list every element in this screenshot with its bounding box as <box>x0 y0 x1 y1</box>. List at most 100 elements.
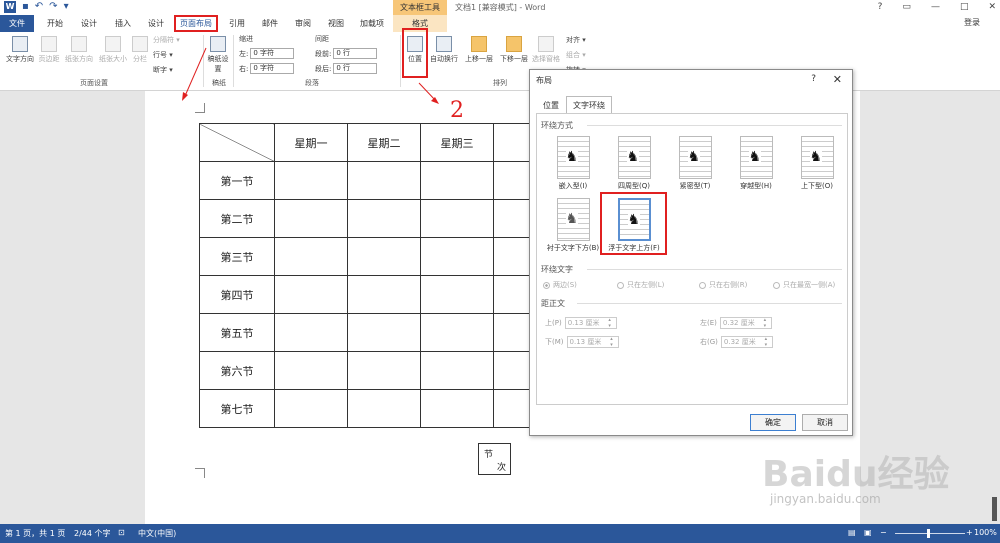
dialog-help-button[interactable]: ? <box>811 74 816 84</box>
row-header-cell[interactable]: 第三节 <box>199 237 275 276</box>
radio-largest-only[interactable]: 只在最宽一侧(A) <box>773 280 835 290</box>
distance-left-field[interactable]: 左(E) 0.32 厘米 <box>700 317 772 329</box>
row-header-cell[interactable]: 第四节 <box>199 275 275 314</box>
orientation-button[interactable]: 纸张方向 <box>62 36 96 64</box>
scrollbar-thumb[interactable] <box>992 497 997 521</box>
spacing-label: 间距 <box>315 35 329 43</box>
ok-button[interactable]: 确定 <box>750 414 796 431</box>
table-row: 第三节 <box>199 237 567 276</box>
selection-pane-button[interactable]: 选择窗格 <box>529 36 563 64</box>
margins-button[interactable]: 页边距 <box>36 36 62 64</box>
wrap-option-tight[interactable]: ♞ 紧密型(T) <box>660 136 730 191</box>
send-backward-icon <box>506 36 522 52</box>
tab-design[interactable]: 设计 <box>74 15 104 32</box>
row-header-cell[interactable]: 第七节 <box>199 389 275 428</box>
row-header-cell[interactable]: 第二节 <box>199 199 275 238</box>
wrap-option-square[interactable]: ♞ 四周型(Q) <box>599 136 669 191</box>
tab-position[interactable]: 位置 <box>536 96 566 114</box>
table-header-row: 星期一 星期二 星期三 <box>199 123 567 162</box>
radio-left-only[interactable]: 只在左侧(L) <box>617 280 664 290</box>
indent-left-field[interactable]: 左: 0 字符 <box>239 48 295 59</box>
hyphenation-button[interactable]: 断字 ▾ <box>153 65 195 75</box>
space-after-field[interactable]: 段后: 0 行 <box>315 63 378 74</box>
undo-icon[interactable]: ↶ <box>35 1 43 13</box>
tab-insert[interactable]: 插入 <box>108 15 138 32</box>
page-count[interactable]: 第 1 页，共 1 页 <box>5 528 65 539</box>
crop-mark <box>195 468 205 478</box>
tab-addins[interactable]: 加载项 <box>354 15 390 32</box>
text-direction-button[interactable]: 文字方向 <box>3 36 37 64</box>
tab-view[interactable]: 视图 <box>321 15 351 32</box>
wrap-text-icon <box>436 36 452 52</box>
minimize-icon[interactable]: — <box>931 0 940 15</box>
maximize-icon[interactable]: □ <box>960 0 969 15</box>
read-mode-icon[interactable]: ▤ <box>848 528 856 537</box>
distance-bottom-field[interactable]: 下(M) 0.13 厘米 <box>545 336 619 348</box>
word-count[interactable]: 2/44 个字 <box>74 528 111 539</box>
dog-icon: ♞ <box>687 149 701 165</box>
columns-button[interactable]: 分栏 <box>130 36 150 64</box>
language-status[interactable]: 中文(中国) <box>138 528 176 539</box>
zoom-in-icon[interactable]: + <box>966 528 973 537</box>
header-cell[interactable]: 星期二 <box>347 123 421 162</box>
space-before-field[interactable]: 段前: 0 行 <box>315 48 378 59</box>
table-row: 第二节 <box>199 199 567 238</box>
tab-references[interactable]: 引用 <box>222 15 252 32</box>
header-cell[interactable]: 星期一 <box>274 123 348 162</box>
line-numbers-button[interactable]: 行号 ▾ <box>153 50 195 60</box>
wrap-option-through[interactable]: ♞ 穿越型(H) <box>721 136 791 191</box>
zoom-level[interactable]: 100% <box>974 528 997 537</box>
distance-top-field[interactable]: 上(P) 0.13 厘米 <box>545 317 617 329</box>
tab-design-2[interactable]: 设计 <box>141 15 171 32</box>
status-bar: 第 1 页，共 1 页 2/44 个字 ⊡ 中文(中国) ▤ ▣ − + 100… <box>0 524 1000 543</box>
wrap-option-behind-text[interactable]: ♞ 衬于文字下方(B) <box>538 198 608 253</box>
tab-text-wrapping[interactable]: 文字环绕 <box>566 96 612 114</box>
align-button[interactable]: 对齐 ▾ <box>566 35 586 45</box>
row-header-cell[interactable]: 第一节 <box>199 161 275 200</box>
send-backward-button[interactable]: 下移一层 <box>497 36 531 64</box>
diagonal-header-cell[interactable] <box>199 123 275 162</box>
bring-forward-button[interactable]: 上移一层 <box>462 36 496 64</box>
row-header-cell[interactable]: 第五节 <box>199 313 275 352</box>
row-header-cell[interactable]: 第六节 <box>199 351 275 390</box>
position-button-highlight <box>402 28 428 78</box>
breaks-button[interactable]: 分隔符 ▾ <box>153 35 195 45</box>
cancel-button[interactable]: 取消 <box>802 414 848 431</box>
window-controls: ? ▭ — □ ✕ <box>878 0 996 15</box>
dialog-close-icon[interactable]: ✕ <box>833 73 842 86</box>
tab-home[interactable]: 开始 <box>40 15 70 32</box>
tab-mailings[interactable]: 邮件 <box>255 15 285 32</box>
proofing-icon[interactable]: ⊡ <box>118 528 125 537</box>
indent-label: 缩进 <box>239 35 253 43</box>
print-layout-icon[interactable]: ▣ <box>864 528 872 537</box>
header-cell[interactable]: 星期三 <box>420 123 494 162</box>
zoom-slider-thumb[interactable] <box>927 529 930 538</box>
dog-icon: ♞ <box>748 149 762 165</box>
textbox-tools-banner: 文本框工具 <box>393 0 447 15</box>
login-link[interactable]: 登录 <box>964 17 980 28</box>
selected-option-highlight <box>600 192 667 255</box>
wrap-option-top-bottom[interactable]: ♞ 上下型(O) <box>782 136 852 191</box>
help-icon[interactable]: ? <box>878 0 883 15</box>
close-icon[interactable]: ✕ <box>988 0 996 15</box>
manuscript-button[interactable]: 稿纸设置 <box>206 36 230 74</box>
redo-icon[interactable]: ↷ <box>49 1 57 13</box>
size-button[interactable]: 纸张大小 <box>96 36 130 64</box>
zoom-out-icon[interactable]: − <box>880 528 887 537</box>
save-icon[interactable]: ▪ <box>22 1 29 13</box>
tab-file[interactable]: 文件 <box>0 15 34 32</box>
radio-both-sides[interactable]: 两边(S) <box>543 280 577 290</box>
indent-right-field[interactable]: 右: 0 字符 <box>239 63 295 74</box>
radio-right-only[interactable]: 只在右侧(R) <box>699 280 747 290</box>
distance-right-field[interactable]: 右(G) 0.32 厘米 <box>700 336 773 348</box>
table-row: 第六节 <box>199 351 567 390</box>
ribbon-display-icon[interactable]: ▭ <box>902 0 911 15</box>
tab-page-layout[interactable]: 页面布局 <box>174 15 218 32</box>
text-box[interactable]: 节 次 <box>478 443 511 475</box>
zoom-slider[interactable] <box>895 533 965 534</box>
wrap-option-inline[interactable]: ♞ 嵌入型(I) <box>538 136 608 191</box>
customize-qat-icon[interactable]: ▾ <box>64 1 69 13</box>
group-button[interactable]: 组合 ▾ <box>566 50 586 60</box>
tab-review[interactable]: 审阅 <box>288 15 318 32</box>
wrap-text-button[interactable]: 自动换行 <box>428 36 460 64</box>
